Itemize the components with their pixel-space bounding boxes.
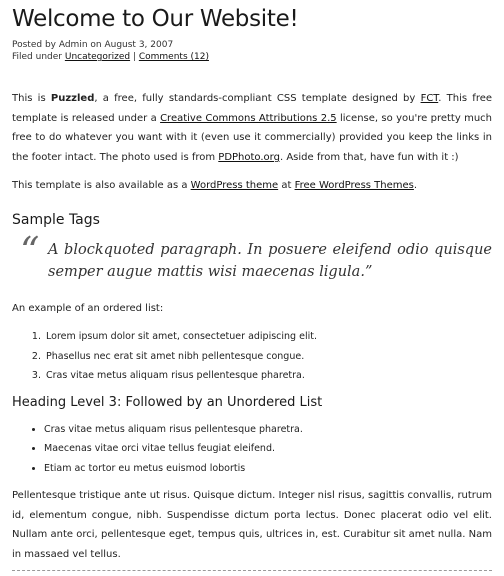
comments-link[interactable]: Comments (12) — [139, 52, 209, 62]
list-item: Cras vitae metus aliquam risus pellentes… — [44, 366, 492, 386]
meta-separator: | — [130, 52, 139, 62]
heading-level-3: Heading Level 3: Followed by an Unordere… — [12, 394, 323, 410]
final-paragraph: Pellentesque tristique ante ut risus. Qu… — [12, 490, 492, 560]
blog-post: Welcome to Our Website! Posted by Admin … — [0, 0, 504, 576]
list-item: Etiam ac tortor eu metus euismod loborti… — [44, 459, 492, 479]
list-item: Maecenas vitae orci vitae tellus feugiat… — [44, 439, 492, 459]
quote-mark-icon: “ — [20, 228, 40, 273]
intro-text: This is — [12, 93, 51, 104]
blockquote: “ A blockquoted paragraph. In posuere el… — [16, 229, 492, 283]
wp-text: . — [413, 180, 418, 191]
post-divider — [12, 570, 492, 571]
wordpress-theme-link[interactable]: WordPress theme — [191, 180, 279, 191]
list-item: Lorem ipsum dolor sit amet, consectetuer… — [44, 327, 492, 347]
wp-text: This template is also available as a — [12, 180, 191, 191]
post-content: This is Puzzled, a free, fully standards… — [12, 89, 492, 564]
pdphoto-link[interactable]: PDPhoto.org — [218, 152, 280, 163]
fct-link[interactable]: FCT — [421, 93, 439, 104]
ordered-list-intro: An example of an ordered list: — [12, 302, 164, 314]
template-name: Puzzled — [50, 93, 95, 104]
free-wordpress-themes-link[interactable]: Free WordPress Themes — [295, 180, 414, 191]
list-item: Cras vitae metus aliquam risus pellentes… — [44, 420, 492, 440]
post-title: Welcome to Our Website! — [12, 6, 299, 32]
intro-text: . Aside from that, have fun with it :) — [279, 151, 459, 163]
sample-tags-heading: Sample Tags — [12, 211, 100, 228]
ordered-list: Lorem ipsum dolor sit amet, consectetuer… — [12, 327, 492, 386]
unordered-list: Cras vitae metus aliquam risus pellentes… — [12, 420, 492, 479]
wp-text: at — [278, 180, 295, 191]
intro-paragraph: This is Puzzled, a free, fully standards… — [12, 89, 492, 167]
wordpress-paragraph: This template is also available as a Wor… — [12, 176, 492, 196]
category-link[interactable]: Uncategorized — [65, 52, 130, 62]
creative-commons-link[interactable]: Creative Commons Attributions 2.5 — [160, 113, 337, 124]
blockquote-text: A blockquoted paragraph. In posuere elei… — [48, 241, 492, 280]
filed-under-label: Filed under — [12, 52, 65, 62]
filed-under-line: Filed under Uncategorized | Comments (12… — [12, 51, 492, 63]
posted-by-text: Posted by Admin on August 3, 2007 — [12, 40, 174, 50]
post-meta: Posted by Admin on August 3, 2007 Filed … — [12, 39, 492, 63]
list-item: Phasellus nec erat sit amet nibh pellent… — [44, 347, 492, 367]
intro-text: , a free, fully standards-compliant CSS … — [94, 93, 421, 104]
